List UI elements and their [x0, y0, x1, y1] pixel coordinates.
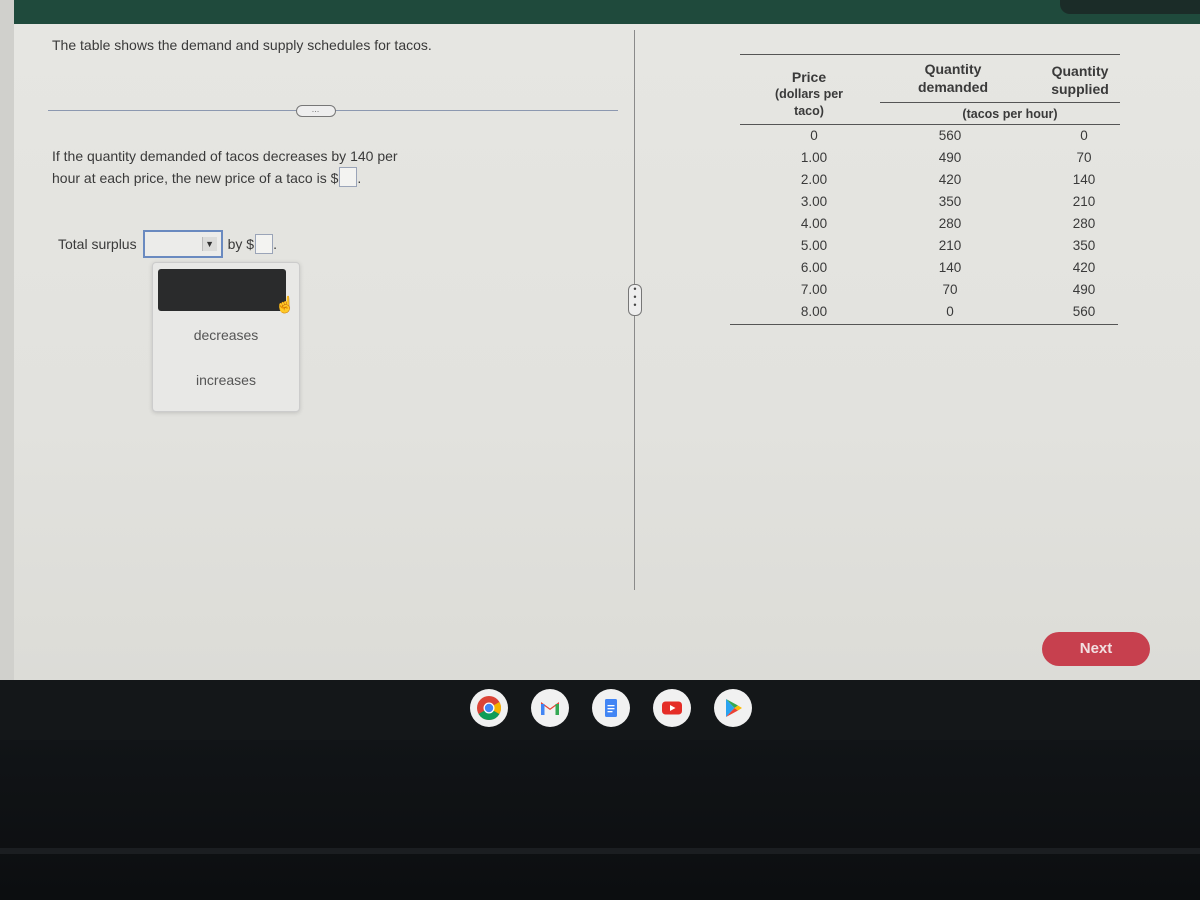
total-surplus-row: Total surplus ▼ by $. — [58, 230, 277, 258]
header-bottom-rule — [740, 124, 1120, 125]
next-button[interactable]: Next — [1042, 632, 1150, 666]
header-quantity-supplied: Quantity supplied — [1030, 62, 1130, 98]
cell-quantity-demanded: 140 — [938, 260, 962, 275]
expand-handle[interactable]: … — [296, 105, 336, 117]
table-top-rule — [740, 54, 1120, 55]
shelf-apps — [470, 689, 752, 727]
cell-quantity-demanded: 490 — [938, 150, 962, 165]
header-price-title: Price — [791, 69, 827, 85]
cell-quantity-demanded: 0 — [946, 304, 954, 319]
docs-app[interactable] — [592, 689, 630, 727]
header-qs-line2: supplied — [1051, 81, 1109, 97]
docs-icon — [605, 699, 617, 717]
header-price-unit-2: taco) — [794, 104, 824, 118]
play-store-app[interactable] — [714, 689, 752, 727]
cell-quantity-demanded: 560 — [938, 128, 962, 143]
cell-price: 7.00 — [800, 282, 828, 297]
cell-quantity-supplied: 0 — [1080, 128, 1088, 143]
cell-quantity-supplied: 490 — [1072, 282, 1096, 297]
cell-quantity-supplied: 280 — [1072, 216, 1096, 231]
cell-price: 5.00 — [800, 238, 828, 253]
browser-top-bar — [0, 0, 1200, 24]
chrome-icon — [477, 696, 501, 720]
dropdown-option-blank[interactable] — [158, 269, 286, 311]
cell-price: 4.00 — [800, 216, 828, 231]
cell-quantity-demanded: 70 — [942, 282, 958, 297]
table-bottom-rule — [730, 324, 1118, 325]
surplus-dropdown-menu: ☝ decreases increases — [152, 262, 300, 412]
cell-price: 0 — [810, 128, 818, 143]
surplus-amount-input[interactable] — [255, 234, 274, 254]
cell-price: 6.00 — [800, 260, 828, 275]
cell-quantity-supplied: 350 — [1072, 238, 1096, 253]
cell-price: 2.00 — [800, 172, 828, 187]
cell-quantity-supplied: 420 — [1072, 260, 1096, 275]
total-surplus-label: Total surplus — [58, 236, 137, 252]
device-bezel — [0, 740, 1200, 900]
question-intro: The table shows the demand and supply sc… — [52, 37, 432, 53]
header-qd-line2: demanded — [917, 79, 988, 95]
dropdown-option-decreases[interactable]: decreases — [153, 327, 299, 343]
hand-cursor-icon: ☝ — [275, 297, 295, 314]
header-price: Price (dollars per taco) — [760, 68, 858, 120]
dropdown-option-increases[interactable]: increases — [153, 372, 299, 388]
gmail-icon — [541, 702, 559, 715]
cell-quantity-supplied: 140 — [1072, 172, 1096, 187]
question-prompt: If the quantity demanded of tacos decrea… — [52, 148, 398, 187]
price-answer-input[interactable] — [339, 166, 358, 187]
question-page: The table shows the demand and supply sc… — [14, 24, 1200, 680]
cell-quantity-demanded: 210 — [938, 238, 962, 253]
cell-price: 8.00 — [800, 304, 828, 319]
play-store-icon — [726, 699, 742, 717]
header-quantity-demanded: Quantity demanded — [898, 60, 1008, 96]
cell-quantity-demanded: 280 — [938, 216, 962, 231]
by-label: by $ — [227, 236, 255, 252]
cell-quantity-supplied: 70 — [1076, 150, 1092, 165]
cell-quantity-supplied: 560 — [1072, 304, 1096, 319]
header-qd-line1: Quantity — [924, 61, 982, 77]
cell-quantity-supplied: 210 — [1072, 194, 1096, 209]
bezel-edge — [0, 848, 1200, 854]
youtube-icon — [662, 701, 682, 715]
units-rule — [880, 102, 1120, 103]
cell-quantity-demanded: 420 — [938, 172, 962, 187]
header-price-unit-1: (dollars per — [774, 87, 844, 101]
cell-price: 1.00 — [800, 150, 828, 165]
total-surplus-select[interactable]: ▼ — [142, 230, 223, 258]
top-corner — [1060, 0, 1200, 14]
youtube-app[interactable] — [653, 689, 691, 727]
chrome-app[interactable] — [470, 689, 508, 727]
pane-resize-handle[interactable]: • • • — [628, 284, 642, 316]
left-edge — [0, 0, 14, 690]
header-qs-line1: Quantity — [1051, 63, 1109, 79]
gmail-app[interactable] — [531, 689, 569, 727]
header-units: (tacos per hour) — [962, 107, 1058, 121]
cell-quantity-demanded: 350 — [938, 194, 962, 209]
cell-price: 3.00 — [800, 194, 828, 209]
dropdown-arrow-icon[interactable]: ▼ — [201, 237, 217, 251]
